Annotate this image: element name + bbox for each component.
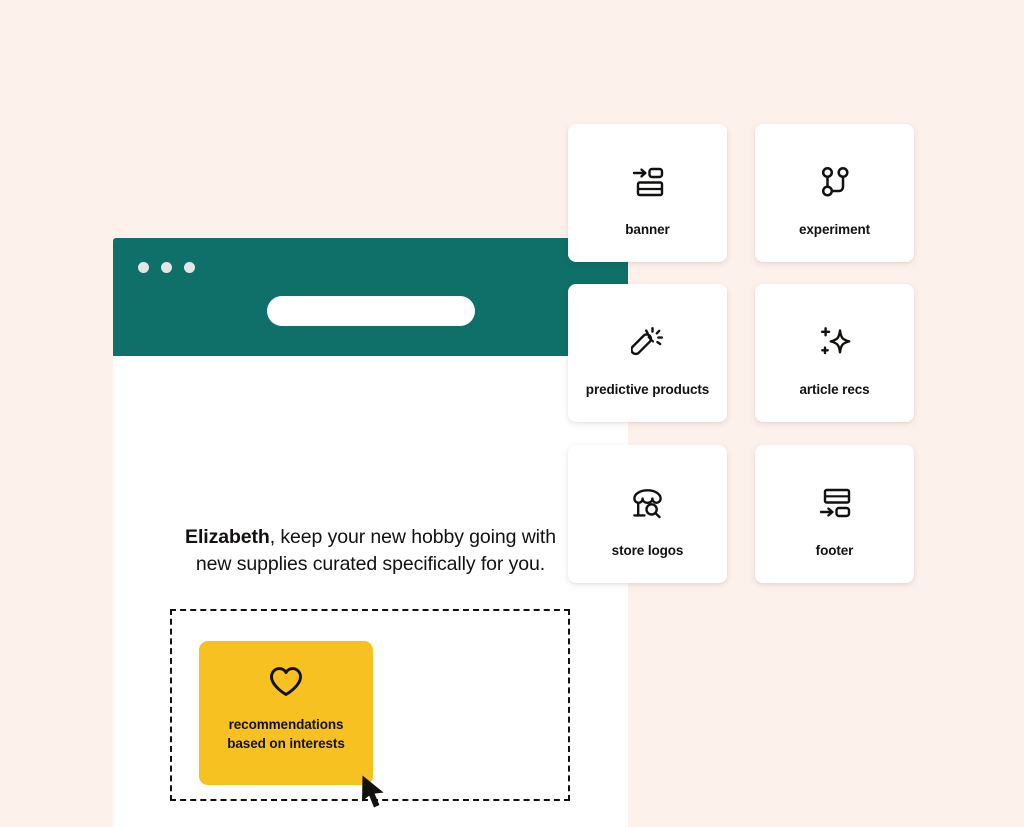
palette-card-label: banner (625, 222, 670, 237)
headline-line-1: , keep your new hobby going with (269, 526, 556, 548)
hero-headline: Elizabeth, keep your new hobby going wit… (113, 524, 628, 578)
window-maximize-dot[interactable] (184, 262, 195, 273)
sparkles-icon (755, 322, 914, 362)
palette-card-label: footer (815, 543, 854, 558)
palette-card-label: predictive products (585, 382, 710, 397)
experiment-branch-icon (755, 162, 914, 202)
storefront-search-icon (568, 483, 727, 523)
placed-module-card[interactable]: recommendations based on interests (199, 641, 384, 808)
window-minimize-dot[interactable] (161, 262, 172, 273)
palette-card-label: experiment (798, 222, 871, 237)
placed-module-label-line2: based on interests (227, 736, 345, 751)
placed-module-label: recommendations based on interests (199, 715, 373, 753)
module-palette: banner experiment predictive products ar… (568, 124, 914, 583)
browser-window: Elizabeth, keep your new hobby going wit… (113, 238, 628, 827)
palette-card-label: article recs (799, 382, 870, 397)
window-close-dot[interactable] (138, 262, 149, 273)
footer-icon (755, 483, 914, 523)
address-bar[interactable] (267, 296, 475, 326)
drag-cursor (359, 774, 389, 810)
placed-module-label-line1: recommendations (228, 717, 344, 732)
palette-card-label: store logos (611, 543, 684, 558)
heart-icon (199, 666, 373, 697)
palette-card-article-recs[interactable]: article recs (755, 284, 914, 422)
headline-line-2: new supplies curated specifically for yo… (195, 553, 546, 575)
palette-card-predictive-products[interactable]: predictive products (568, 284, 727, 422)
window-controls (138, 262, 195, 273)
email-canvas: Elizabeth, keep your new hobby going wit… (113, 356, 628, 827)
palette-card-footer[interactable]: footer (755, 445, 914, 583)
recipient-name: Elizabeth (185, 526, 270, 548)
browser-chrome (113, 238, 628, 356)
palette-card-experiment[interactable]: experiment (755, 124, 914, 262)
palette-card-banner[interactable]: banner (568, 124, 727, 262)
magic-wand-icon (568, 322, 727, 362)
palette-card-store-logos[interactable]: store logos (568, 445, 727, 583)
module-dropzone[interactable]: recommendations based on interests (170, 609, 570, 808)
banner-icon (568, 162, 727, 202)
